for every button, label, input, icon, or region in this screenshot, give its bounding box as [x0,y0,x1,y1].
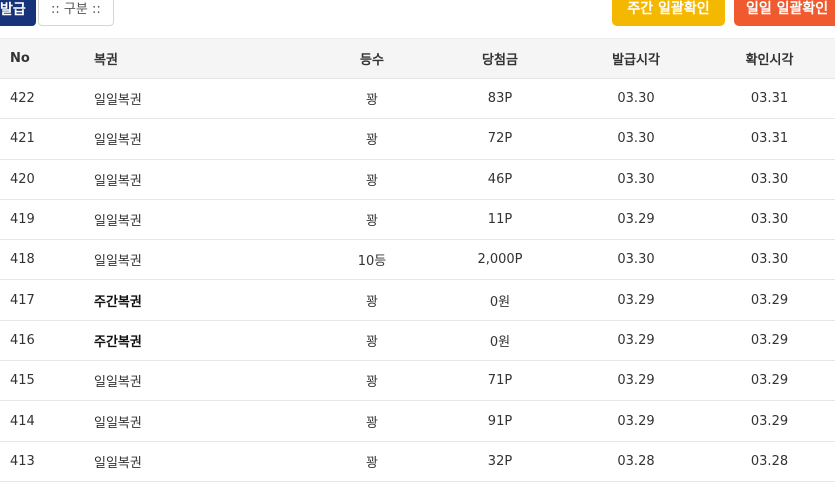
row-checked-time: 03.29 [704,320,835,362]
row-issued-time: 03.29 [568,400,704,442]
row-checked-time: 03.29 [704,400,835,442]
row-no: 418 [0,239,84,281]
table-row: 419 일일복권 꽝 11P 03.29 03.30 [0,199,835,241]
row-rank: 꽝 [312,400,432,442]
row-lottery-name: 일일복권 [84,400,312,442]
row-lottery-name: 일일복권 [84,239,312,281]
row-checked-time: 03.31 [704,78,835,120]
row-prize: 11P [432,199,568,241]
row-rank: 꽝 [312,360,432,402]
row-lottery-name: 일일복권 [84,199,312,241]
row-prize: 0원 [432,279,568,321]
header-checked-time: 확인시각 [704,38,835,79]
row-issued-time: 03.29 [568,279,704,321]
row-lottery-name: 일일복권 [84,441,312,482]
issue-button[interactable]: 발급 [0,0,36,26]
row-prize: 91P [432,400,568,442]
row-issued-time: 03.28 [568,441,704,482]
table-header-row: No 복권 등수 당첨금 발급시각 확인시각 [0,38,835,79]
row-lottery-name: 주간복권 [84,279,312,321]
row-issued-time: 03.30 [568,159,704,200]
lottery-history-table: No 복권 등수 당첨금 발급시각 확인시각 422 일일복권 꽝 83P 03.30 0… [0,38,835,482]
table-row: 420 일일복권 꽝 46P 03.30 03.30 [0,159,835,200]
row-no: 417 [0,279,84,321]
row-no: 420 [0,159,84,200]
row-checked-time: 03.29 [704,279,835,321]
header-lottery: 복권 [84,38,312,79]
daily-bulk-confirm-button[interactable]: 일일 일괄확인 [734,0,835,26]
row-checked-time: 03.30 [704,199,835,241]
table-row: 422 일일복권 꽝 83P 03.30 03.31 [0,78,835,120]
table-row: 413 일일복권 꽝 32P 03.28 03.28 [0,441,835,482]
category-filter-select[interactable]: :: 구분 :: [38,0,114,26]
row-rank: 꽝 [312,159,432,200]
row-issued-time: 03.30 [568,118,704,160]
header-issued-time: 발급시각 [568,38,704,79]
table-row: 418 일일복권 10등 2,000P 03.30 03.30 [0,239,835,281]
row-rank: 꽝 [312,78,432,120]
row-checked-time: 03.29 [704,360,835,402]
row-prize: 0원 [432,320,568,362]
row-no: 414 [0,400,84,442]
row-prize: 83P [432,78,568,120]
row-rank: 꽝 [312,441,432,482]
row-checked-time: 03.30 [704,239,835,281]
row-no: 422 [0,78,84,120]
table-row: 417 주간복권 꽝 0원 03.29 03.29 [0,279,835,321]
row-issued-time: 03.30 [568,239,704,281]
row-prize: 72P [432,118,568,160]
row-checked-time: 03.28 [704,441,835,482]
table-row: 421 일일복권 꽝 72P 03.30 03.31 [0,118,835,160]
toolbar: 발급 :: 구분 :: 주간 일괄확인 일일 일괄확인 [0,0,835,30]
row-lottery-name: 주간복권 [84,320,312,362]
header-prize: 당첨금 [432,38,568,79]
row-lottery-name: 일일복권 [84,360,312,402]
row-no: 415 [0,360,84,402]
row-prize: 32P [432,441,568,482]
row-lottery-name: 일일복권 [84,118,312,160]
row-no: 416 [0,320,84,362]
row-issued-time: 03.29 [568,199,704,241]
row-no: 413 [0,441,84,482]
row-no: 421 [0,118,84,160]
row-checked-time: 03.31 [704,118,835,160]
row-issued-time: 03.29 [568,360,704,402]
header-rank: 등수 [312,38,432,79]
table-row: 416 주간복권 꽝 0원 03.29 03.29 [0,320,835,362]
header-no: No [0,38,84,79]
row-prize: 71P [432,360,568,402]
row-lottery-name: 일일복권 [84,159,312,200]
row-no: 419 [0,199,84,241]
row-prize: 2,000P [432,239,568,281]
row-rank: 꽝 [312,118,432,160]
row-rank: 10등 [312,239,432,281]
table-row: 414 일일복권 꽝 91P 03.29 03.29 [0,400,835,442]
row-rank: 꽝 [312,199,432,241]
row-issued-time: 03.29 [568,320,704,362]
row-checked-time: 03.30 [704,159,835,200]
row-prize: 46P [432,159,568,200]
row-lottery-name: 일일복권 [84,78,312,120]
row-rank: 꽝 [312,279,432,321]
table-row: 415 일일복권 꽝 71P 03.29 03.29 [0,360,835,402]
weekly-bulk-confirm-button[interactable]: 주간 일괄확인 [612,0,725,26]
row-issued-time: 03.30 [568,78,704,120]
row-rank: 꽝 [312,320,432,362]
